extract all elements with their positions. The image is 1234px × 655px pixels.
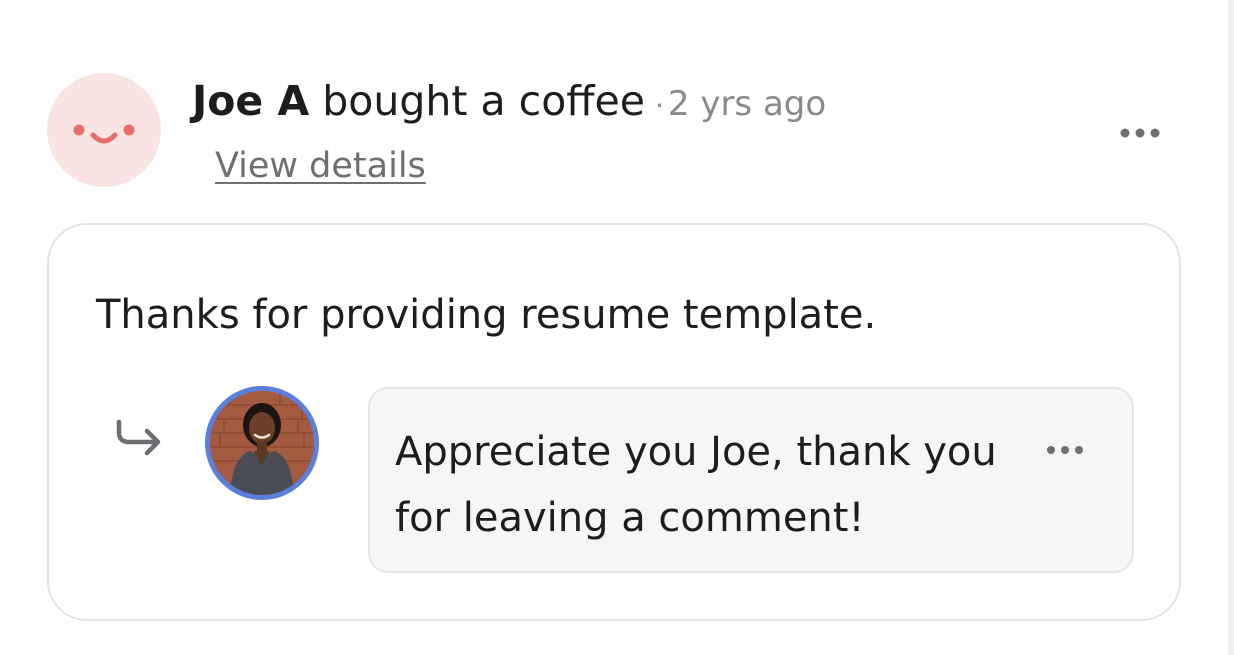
view-details-link[interactable]: View details — [215, 142, 426, 190]
activity-action: bought a coffee — [322, 77, 645, 125]
scrollbar-track[interactable] — [1228, 0, 1234, 655]
activity-headline: Joe A bought a coffee · 2 yrs ago — [192, 76, 826, 131]
creator-photo — [210, 391, 314, 495]
reply-bubble: Appreciate you Joe, thank you for leavin… — [368, 387, 1134, 573]
timestamp: 2 yrs ago — [667, 84, 827, 124]
creator-avatar — [205, 386, 319, 500]
comment-text: Thanks for providing resume template. — [96, 292, 877, 338]
more-options-icon — [1047, 446, 1083, 454]
reply-text: Appreciate you Joe, thank you for leavin… — [395, 429, 997, 541]
activity-more-button[interactable] — [1112, 118, 1168, 148]
smiley-face-icon — [73, 124, 135, 144]
reply-more-button[interactable] — [1040, 437, 1090, 463]
separator-dot: · — [654, 89, 664, 122]
comment-card: Thanks for providing resume template. Ap… — [47, 223, 1181, 621]
more-options-icon — [1120, 128, 1160, 138]
reply-arrow — [113, 418, 167, 458]
reply-arrow-icon — [116, 419, 161, 456]
supporter-avatar — [47, 73, 161, 187]
supporter-name[interactable]: Joe A — [192, 77, 309, 125]
